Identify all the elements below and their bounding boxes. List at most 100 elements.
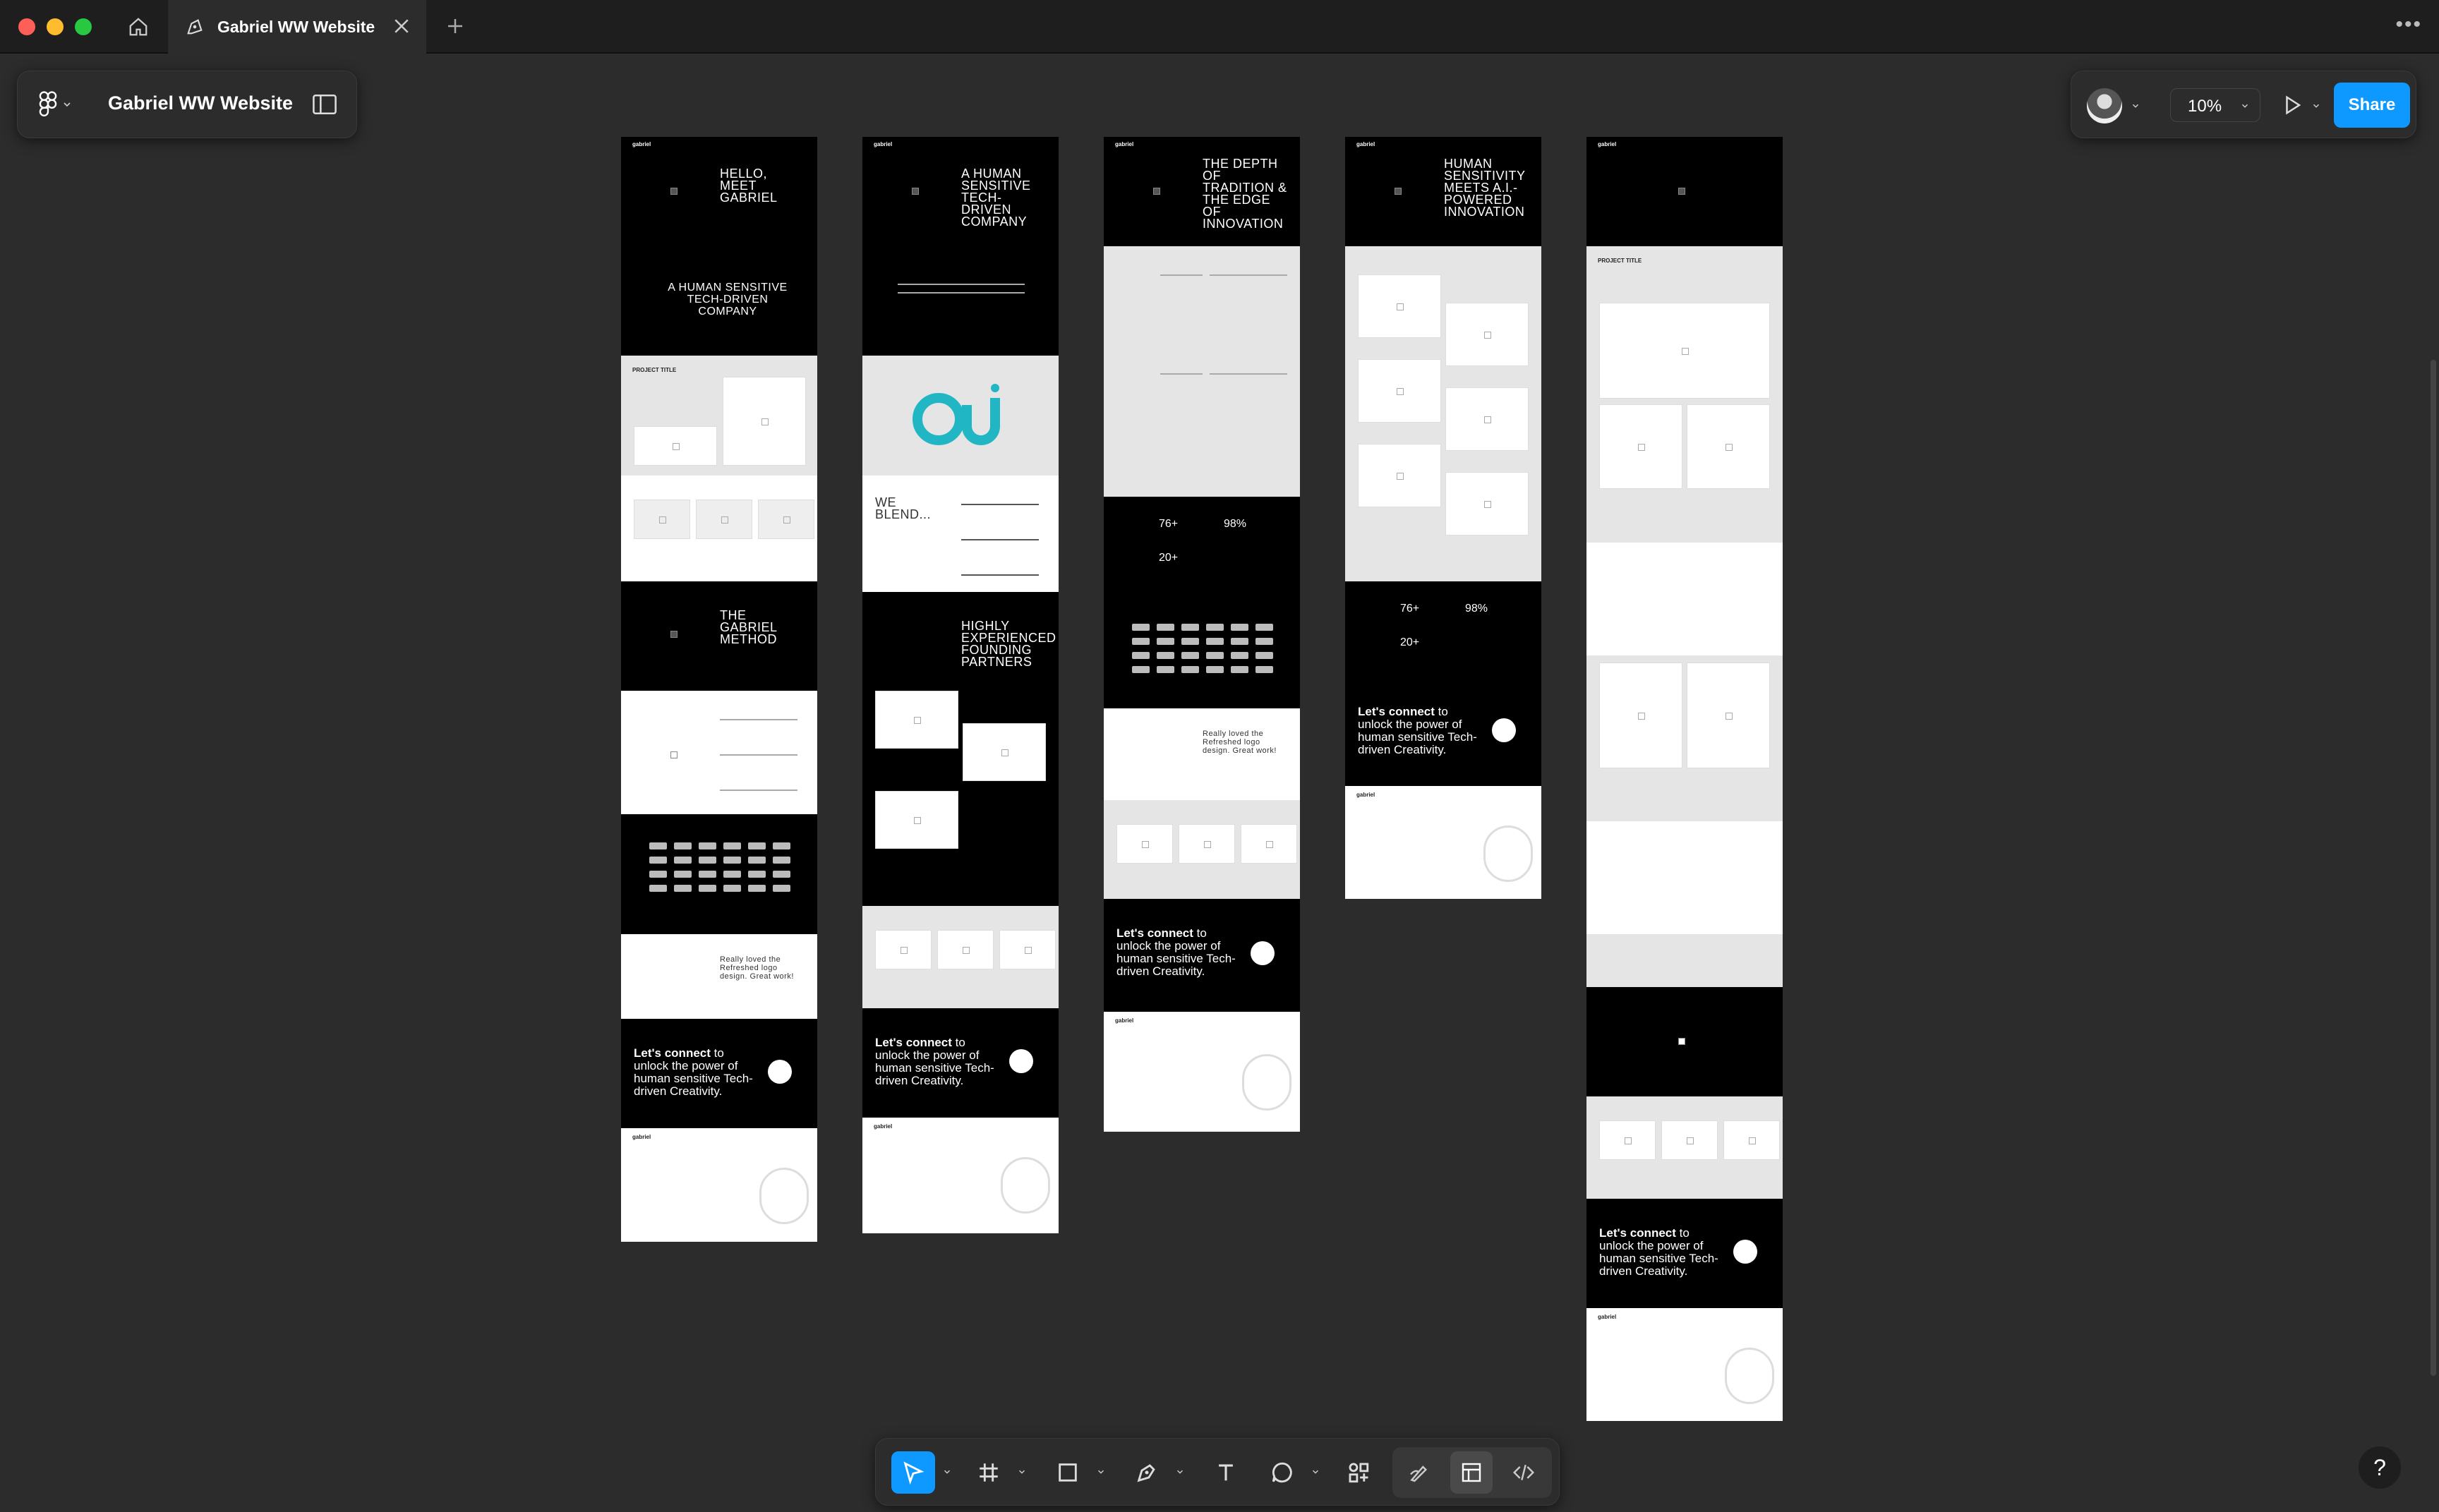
stats-cta-section: 76+ 98% 20+ Let's connect to unlock the …	[1345, 581, 1541, 786]
pen-tool-button[interactable]	[1126, 1451, 1168, 1494]
design-file-icon	[187, 19, 203, 35]
chevron-down-icon[interactable]	[1175, 1467, 1185, 1477]
text-line	[961, 574, 1039, 576]
bottom-toolbar	[875, 1438, 1560, 1506]
ai-section	[862, 356, 1059, 476]
chevron-down-icon[interactable]	[1017, 1467, 1027, 1477]
stat-satisfaction: 98%	[1224, 518, 1247, 530]
frame-tool-button[interactable]	[968, 1451, 1010, 1494]
chevron-down-icon[interactable]	[1311, 1467, 1320, 1477]
mode-switcher	[1392, 1447, 1552, 1498]
user-avatar[interactable]	[2087, 88, 2122, 123]
close-tab-icon[interactable]	[391, 16, 412, 37]
project-thumb	[1445, 387, 1529, 451]
design-mode-icon	[1462, 1463, 1481, 1482]
dark-section	[1586, 987, 1783, 1096]
frame-home-page[interactable]: gabriel HELLO, MEET GABRIEL A HUMAN SENS…	[621, 137, 817, 1242]
image-placeholder	[670, 751, 678, 758]
cta-button[interactable]	[1733, 1240, 1757, 1264]
new-tab-icon[interactable]	[445, 16, 466, 37]
image-section	[1586, 821, 1783, 934]
vertical-scrollbar[interactable]	[2431, 360, 2436, 1376]
frame-services-page[interactable]: gabriel THE DEPTH OF TRADITION & THE EDG…	[1104, 137, 1300, 1132]
cta-button[interactable]	[768, 1060, 792, 1084]
chevron-down-icon[interactable]	[2131, 101, 2140, 111]
stat-satisfaction: 98%	[1465, 603, 1488, 615]
dev-mode-button[interactable]	[1502, 1451, 1545, 1494]
move-tool-button[interactable]	[891, 1451, 935, 1494]
project-thumb	[1445, 472, 1529, 536]
sidebar-toggle-icon[interactable]	[313, 94, 337, 115]
image-placeholder	[723, 377, 806, 466]
shape-tool-button[interactable]	[1047, 1451, 1089, 1494]
cards-section	[862, 906, 1059, 1008]
text-line	[1160, 274, 1203, 276]
file-name[interactable]: Gabriel WW Website	[108, 92, 293, 114]
footer-section: gabriel	[621, 1128, 817, 1242]
comment-tool-button[interactable]	[1261, 1451, 1303, 1494]
text-line	[1252, 373, 1287, 375]
image-placeholder	[670, 188, 678, 195]
project-title: PROJECT TITLE	[1598, 258, 1642, 264]
gallery-image	[1687, 663, 1770, 768]
close-window-button[interactable]	[18, 18, 35, 35]
actions-tool-button[interactable]	[1337, 1451, 1380, 1494]
footer-section: gabriel	[862, 1118, 1059, 1233]
footer-section: gabriel	[1345, 786, 1541, 899]
image-placeholder	[670, 631, 678, 638]
cards-section	[1586, 1096, 1783, 1199]
brand-logo: gabriel	[1115, 141, 1134, 147]
frame-project-page[interactable]: gabriel PROJECT TITLE Let's connect to u…	[1586, 137, 1783, 1421]
project-thumb	[1358, 444, 1441, 507]
tab-title: Gabriel WW Website	[217, 17, 375, 36]
design-mode-button[interactable]	[1450, 1451, 1493, 1494]
hero-section: gabriel	[1586, 137, 1783, 246]
frame-about-page[interactable]: gabriel A HUMAN SENSITIVE TECH-DRIVEN CO…	[862, 137, 1059, 1233]
code-icon	[1512, 1465, 1535, 1480]
card-image	[1116, 824, 1173, 864]
cursor-icon	[903, 1461, 925, 1484]
chevron-down-icon[interactable]	[1096, 1467, 1106, 1477]
text-line	[1210, 373, 1252, 375]
footer-brand: gabriel	[1598, 1314, 1617, 1320]
cta-text: Let's connect to unlock the power of hum…	[875, 1036, 1002, 1087]
file-tab[interactable]: Gabriel WW Website	[168, 0, 426, 54]
figma-app: Gabriel WW Website ••• gabriel HELLO, ME…	[0, 0, 2439, 1512]
footer-brand: gabriel	[1356, 792, 1375, 798]
detail-image	[1687, 404, 1770, 489]
stat-projects: 76+	[1159, 518, 1179, 530]
card-image	[1599, 1120, 1656, 1160]
cta-button[interactable]	[1009, 1049, 1033, 1073]
more-options-icon[interactable]: •••	[2395, 14, 2422, 35]
gallery-image	[1599, 663, 1682, 768]
chevron-down-icon[interactable]	[942, 1467, 952, 1477]
cta-button[interactable]	[1251, 941, 1275, 965]
zoom-control[interactable]: 10%	[2170, 88, 2260, 122]
brand-logo: gabriel	[1598, 141, 1617, 147]
text-line	[720, 790, 797, 791]
clients-section	[621, 814, 817, 934]
blend-heading: WE BLEND...	[875, 495, 932, 521]
minimize-window-button[interactable]	[47, 18, 64, 35]
footer-logo-mark	[1001, 1157, 1050, 1214]
design-canvas[interactable]: gabriel HELLO, MEET GABRIEL A HUMAN SENS…	[0, 54, 2439, 1512]
present-play-icon[interactable]	[2282, 94, 2303, 116]
help-button[interactable]: ?	[2359, 1446, 2401, 1489]
stat-years: 20+	[1400, 636, 1420, 648]
card-image	[875, 930, 932, 969]
frame-work-page[interactable]: gabriel HUMAN SENSITIVITY MEETS A.I.-POW…	[1345, 137, 1541, 899]
main-menu-button[interactable]	[39, 91, 73, 118]
text-tool-button[interactable]	[1205, 1451, 1247, 1494]
draw-mode-button[interactable]	[1398, 1451, 1440, 1494]
text-line	[961, 504, 1039, 505]
project-thumb	[1358, 274, 1441, 338]
rectangle-icon	[1059, 1463, 1077, 1482]
share-button[interactable]: Share	[2334, 83, 2410, 128]
cta-button[interactable]	[1492, 718, 1516, 742]
cta-bold: Let's connect	[1599, 1226, 1676, 1240]
home-button[interactable]	[121, 13, 155, 41]
cta-text: Let's connect to unlock the power of hum…	[1116, 927, 1243, 978]
hero-section: gabriel HELLO, MEET GABRIEL A HUMAN SENS…	[621, 137, 817, 356]
zoom-window-button[interactable]	[75, 18, 92, 35]
chevron-down-icon[interactable]	[2311, 101, 2321, 111]
